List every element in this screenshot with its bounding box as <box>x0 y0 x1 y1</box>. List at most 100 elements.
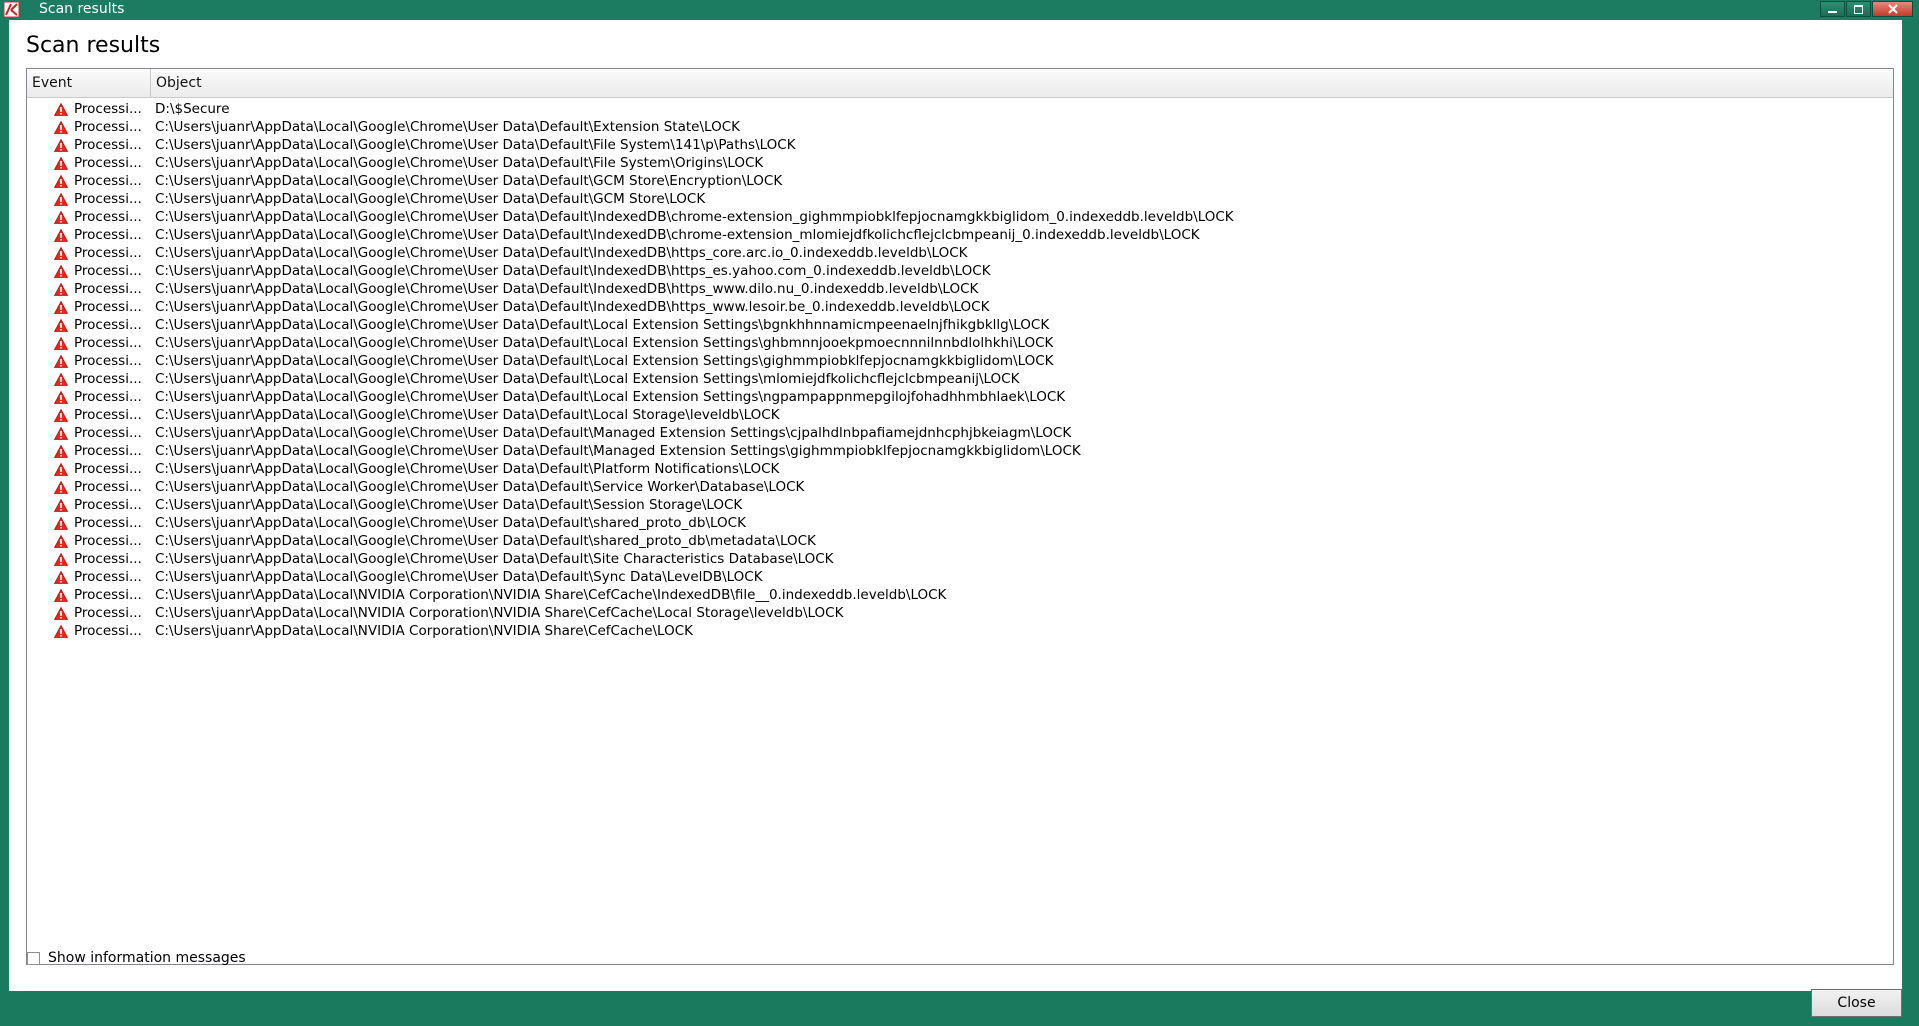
event-cell: Processi... <box>27 532 151 550</box>
event-cell: Processi... <box>27 154 151 172</box>
event-cell: Processi... <box>27 604 151 622</box>
warning-icon <box>54 264 68 278</box>
event-label: Processi... <box>74 281 142 297</box>
event-cell: Processi... <box>27 352 151 370</box>
object-cell: C:\Users\juanr\AppData\Local\Google\Chro… <box>155 263 991 279</box>
window-close-button[interactable] <box>1872 1 1913 17</box>
table-row[interactable]: Processi... C:\Users\juanr\AppData\Local\… <box>27 568 1893 586</box>
maximize-icon <box>1854 4 1863 14</box>
object-cell: C:\Users\juanr\AppData\Local\Google\Chro… <box>155 137 796 153</box>
event-label: Processi... <box>74 191 142 207</box>
event-label: Processi... <box>74 317 142 333</box>
page-title: Scan results <box>26 33 161 58</box>
event-cell: Processi... <box>27 262 151 280</box>
warning-icon <box>54 300 68 314</box>
event-label: Processi... <box>74 155 142 171</box>
event-cell: Processi... <box>27 460 151 478</box>
dialog-content: Scan results Event Object Processi... D:\… <box>9 20 1902 991</box>
app-icon <box>4 2 19 17</box>
column-header-object[interactable]: Object <box>151 69 1893 97</box>
table-row[interactable]: Processi... C:\Users\juanr\AppData\Local\… <box>27 352 1893 370</box>
event-label: Processi... <box>74 371 142 387</box>
table-row[interactable]: Processi... C:\Users\juanr\AppData\Local\… <box>27 226 1893 244</box>
table-row[interactable]: Processi... C:\Users\juanr\AppData\Local\… <box>27 424 1893 442</box>
table-row[interactable]: Processi... C:\Users\juanr\AppData\Local\… <box>27 208 1893 226</box>
object-cell: C:\Users\juanr\AppData\Local\Google\Chro… <box>155 317 1050 333</box>
minimize-button[interactable] <box>1820 1 1845 17</box>
show-info-checkbox[interactable] <box>27 951 40 965</box>
warning-icon <box>54 480 68 494</box>
event-cell: Processi... <box>27 334 151 352</box>
event-label: Processi... <box>74 263 142 279</box>
table-row[interactable]: Processi... C:\Users\juanr\AppData\Local\… <box>27 316 1893 334</box>
object-cell: C:\Users\juanr\AppData\Local\Google\Chro… <box>155 353 1054 369</box>
table-row[interactable]: Processi... C:\Users\juanr\AppData\Local\… <box>27 406 1893 424</box>
warning-icon <box>54 174 68 188</box>
event-label: Processi... <box>74 443 142 459</box>
table-row[interactable]: Processi... C:\Users\juanr\AppData\Local\… <box>27 262 1893 280</box>
table-row[interactable]: Processi... C:\Users\juanr\AppData\Local\… <box>27 478 1893 496</box>
object-cell: D:\$Secure <box>155 101 230 117</box>
event-label: Processi... <box>74 173 142 189</box>
event-label: Processi... <box>74 551 142 567</box>
scan-results-table[interactable]: Event Object Processi... D:\$Secure Proces… <box>26 68 1894 965</box>
table-row[interactable]: Processi... C:\Users\juanr\AppData\Local\… <box>27 280 1893 298</box>
warning-icon <box>54 318 68 332</box>
table-row[interactable]: Processi... C:\Users\juanr\AppData\Local\… <box>27 460 1893 478</box>
event-cell: Processi... <box>27 406 151 424</box>
table-row[interactable]: Processi... C:\Users\juanr\AppData\Local\… <box>27 136 1893 154</box>
event-label: Processi... <box>74 335 142 351</box>
event-cell: Processi... <box>27 172 151 190</box>
table-row[interactable]: Processi... C:\Users\juanr\AppData\Local\… <box>27 334 1893 352</box>
event-cell: Processi... <box>27 100 151 118</box>
warning-icon <box>54 624 68 638</box>
table-row[interactable]: Processi... D:\$Secure <box>27 100 1893 118</box>
table-row[interactable]: Processi... C:\Users\juanr\AppData\Local\… <box>27 586 1893 604</box>
event-label: Processi... <box>74 497 142 513</box>
column-header-event[interactable]: Event <box>27 69 151 97</box>
table-row[interactable]: Processi... C:\Users\juanr\AppData\Local\… <box>27 496 1893 514</box>
object-cell: C:\Users\juanr\AppData\Local\NVIDIA Corp… <box>155 587 947 603</box>
show-info-checkbox-row[interactable]: Show information messages <box>27 950 246 966</box>
table-row[interactable]: Processi... C:\Users\juanr\AppData\Local\… <box>27 190 1893 208</box>
table-row[interactable]: Processi... C:\Users\juanr\AppData\Local\… <box>27 154 1893 172</box>
event-label: Processi... <box>74 299 142 315</box>
maximize-button[interactable] <box>1846 1 1871 17</box>
table-row[interactable]: Processi... C:\Users\juanr\AppData\Local\… <box>27 532 1893 550</box>
warning-icon <box>54 552 68 566</box>
object-cell: C:\Users\juanr\AppData\Local\Google\Chro… <box>155 209 1234 225</box>
warning-icon <box>54 228 68 242</box>
warning-icon <box>54 120 68 134</box>
event-label: Processi... <box>74 515 142 531</box>
object-cell: C:\Users\juanr\AppData\Local\Google\Chro… <box>155 389 1066 405</box>
event-label: Processi... <box>74 245 142 261</box>
event-cell: Processi... <box>27 190 151 208</box>
table-row[interactable]: Processi... C:\Users\juanr\AppData\Local\… <box>27 172 1893 190</box>
table-row[interactable]: Processi... C:\Users\juanr\AppData\Local\… <box>27 442 1893 460</box>
close-button[interactable]: Close <box>1811 989 1902 1017</box>
table-row[interactable]: Processi... C:\Users\juanr\AppData\Local\… <box>27 118 1893 136</box>
object-cell: C:\Users\juanr\AppData\Local\Google\Chro… <box>155 461 780 477</box>
table-row[interactable]: Processi... C:\Users\juanr\AppData\Local\… <box>27 622 1893 640</box>
object-cell: C:\Users\juanr\AppData\Local\Google\Chro… <box>155 479 805 495</box>
event-cell: Processi... <box>27 586 151 604</box>
event-label: Processi... <box>74 209 142 225</box>
warning-icon <box>54 606 68 620</box>
object-cell: C:\Users\juanr\AppData\Local\Google\Chro… <box>155 119 740 135</box>
table-row[interactable]: Processi... C:\Users\juanr\AppData\Local\… <box>27 604 1893 622</box>
table-row[interactable]: Processi... C:\Users\juanr\AppData\Local\… <box>27 298 1893 316</box>
table-row[interactable]: Processi... C:\Users\juanr\AppData\Local\… <box>27 388 1893 406</box>
table-row[interactable]: Processi... C:\Users\juanr\AppData\Local\… <box>27 514 1893 532</box>
table-row[interactable]: Processi... C:\Users\juanr\AppData\Local\… <box>27 244 1893 262</box>
table-row[interactable]: Processi... C:\Users\juanr\AppData\Local\… <box>27 370 1893 388</box>
window-titlebar[interactable]: Scan results <box>0 0 1919 20</box>
event-label: Processi... <box>74 227 142 243</box>
event-cell: Processi... <box>27 316 151 334</box>
window-title: Scan results <box>39 1 125 17</box>
table-row[interactable]: Processi... C:\Users\juanr\AppData\Local\… <box>27 550 1893 568</box>
event-cell: Processi... <box>27 280 151 298</box>
warning-icon <box>54 372 68 386</box>
object-cell: C:\Users\juanr\AppData\Local\NVIDIA Corp… <box>155 623 694 639</box>
object-cell: C:\Users\juanr\AppData\Local\Google\Chro… <box>155 227 1200 243</box>
warning-icon <box>54 192 68 206</box>
